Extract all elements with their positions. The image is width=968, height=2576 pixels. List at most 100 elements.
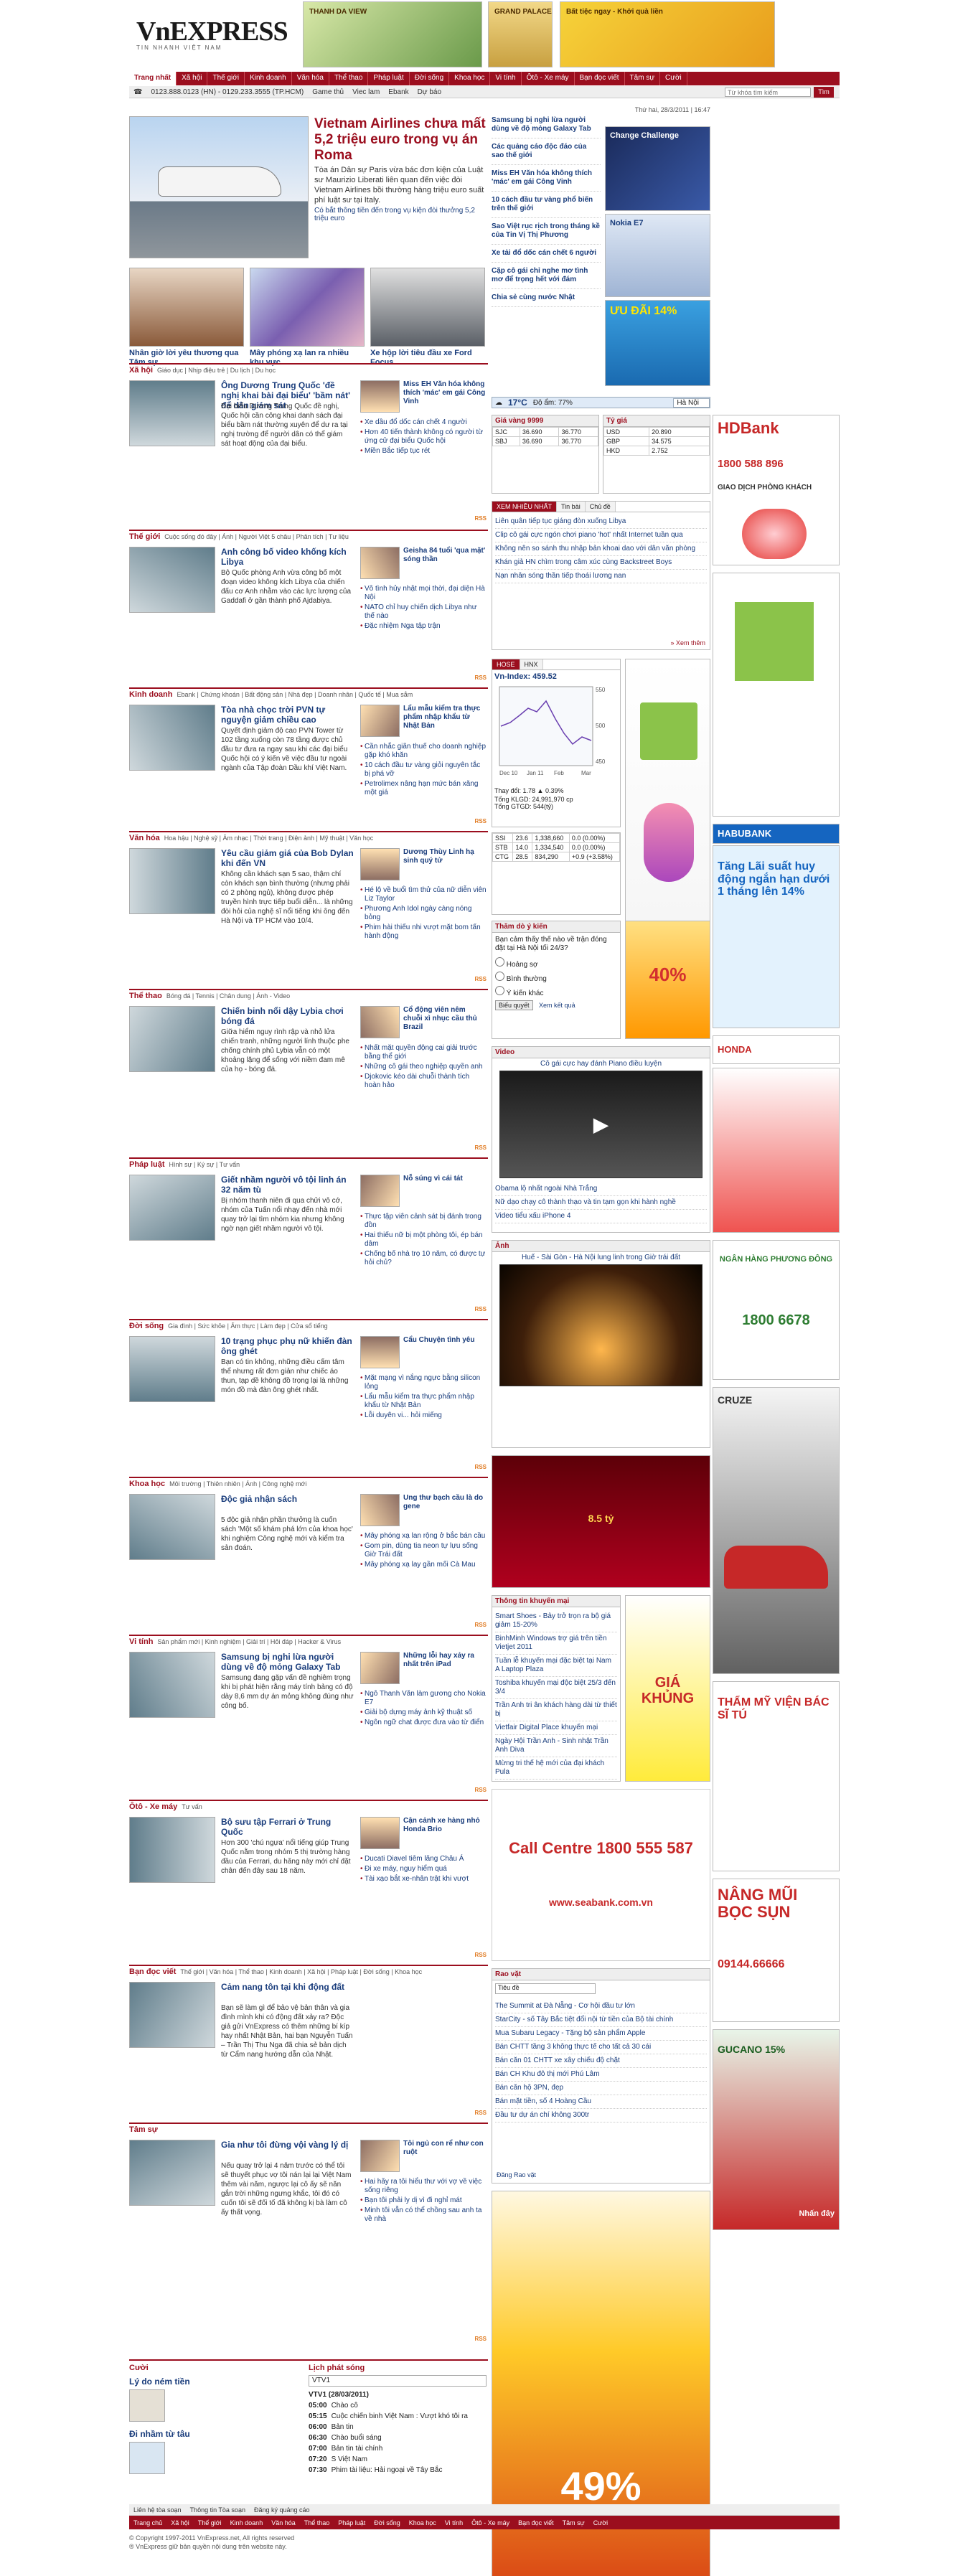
related-link[interactable]: NATO chỉ huy chiến dịch Libya như thế nà…: [360, 603, 487, 621]
section-subcategories[interactable]: Môi trường | Thiên nhiên | Ảnh | Công ng…: [169, 1480, 306, 1487]
section-side-headline[interactable]: Miss EH Văn hóa không thích 'mác' em gái…: [403, 380, 487, 406]
most-read-item[interactable]: Liên quân tiếp tục giáng đòn xuống Libya: [495, 515, 707, 529]
latest-news-item[interactable]: Xe tải đổ dốc cán chết 6 người: [492, 249, 601, 263]
section-headline[interactable]: Tòa nhà chọc trời PVN tự nguyện giảm chi…: [221, 705, 354, 725]
related-link[interactable]: 10 cách đầu tư vàng giỏi nguyên tắc bị p…: [360, 761, 487, 779]
thumb-image[interactable]: [250, 268, 365, 347]
featured-thumb[interactable]: Mây phóng xạ lan ra nhiều khu vực: [250, 268, 365, 367]
related-link[interactable]: Phim hài thiếu nhi vượt mặt bom tấn hành…: [360, 923, 487, 941]
schedule-row[interactable]: 07:00 Bản tin tài chính: [309, 2445, 487, 2453]
related-link[interactable]: Ngô Thanh Văn làm gương cho Nokia E7: [360, 1690, 487, 1707]
seabank-ad[interactable]: Call Centre 1800 555 587 www.seabank.com…: [492, 1789, 710, 1961]
nav-item[interactable]: Đời sống: [410, 72, 450, 85]
habubank-header[interactable]: HABUBANK: [713, 824, 840, 844]
section-headline[interactable]: Yêu cầu giảm giá của Bob Dylan khi đến V…: [221, 848, 354, 868]
gucano-ad[interactable]: GUCANO 15% Nhấn đây: [713, 2029, 840, 2230]
related-link[interactable]: Lỗi duyên vi... hỏi miếng: [360, 1411, 487, 1420]
related-link[interactable]: Minh tôi vẫn có thể chồng sau anh ta về …: [360, 2206, 487, 2224]
related-link[interactable]: Nhất mặt quyền động cai giải trước bằng …: [360, 1044, 487, 1061]
related-link[interactable]: Petrolimex nâng hạn mức bán xăng một giá: [360, 780, 487, 797]
related-link[interactable]: Mặt mạng vì nắng ngực bằng silicon lỏng: [360, 1374, 487, 1391]
section-subcategories[interactable]: Thế giới | Văn hóa | Thể thao | Kinh doa…: [180, 1968, 422, 1975]
classified-link[interactable]: Bán căn 01 CHTT xe xây chiếu độ chặt: [495, 2054, 707, 2068]
related-link[interactable]: Hé lộ về buổi tìm thử của nữ diễn viên L…: [360, 886, 487, 903]
schedule-row[interactable]: 07:20 S Việt Nam: [309, 2455, 487, 2463]
section-headline[interactable]: Samsung bị nghi lừa người dùng về độ mỏn…: [221, 1652, 354, 1672]
nav-item[interactable]: Tâm sự: [625, 72, 661, 85]
latest-news-item[interactable]: Samsung bị nghi lừa người dùng về độ mỏn…: [492, 116, 601, 138]
classified-link[interactable]: StarCity - số Tây Bắc tiệt đổi nội từ ti…: [495, 2013, 707, 2027]
related-link[interactable]: Giải bộ dựng máy ảnh kỹ thuật số: [360, 1708, 487, 1717]
ocb-ad[interactable]: NGÂN HÀNG PHƯƠNG ĐÔNG 1800 6678: [713, 1240, 840, 1380]
section-side-image[interactable]: [360, 1494, 400, 1526]
section-side-headline[interactable]: Lẩu mẫu kiểm tra thực phẩm nhập khẩu từ …: [403, 705, 487, 730]
nav-item[interactable]: Trang nhất: [129, 72, 177, 85]
section-side-image[interactable]: [360, 705, 400, 737]
section-side-headline[interactable]: Nỗ súng vì cái tát: [403, 1175, 487, 1183]
search-input[interactable]: [725, 88, 811, 97]
footer-nav-item[interactable]: Trang chủ: [129, 2519, 166, 2526]
city-select[interactable]: Hà Nội: [673, 398, 710, 408]
related-link[interactable]: Hai thiếu nữ bị một phòng tôi, ép bán dâ…: [360, 1231, 487, 1249]
nav-item[interactable]: Văn hóa: [292, 72, 329, 85]
promo-link[interactable]: Ngày Hội Trần Anh - Sinh nhật Trần Anh D…: [495, 1735, 617, 1757]
section-side-image[interactable]: [360, 547, 400, 579]
humor-item[interactable]: Đi nhầm từ tâu: [129, 2429, 301, 2439]
rss-icon[interactable]: RSS: [475, 1464, 487, 1470]
section-headline[interactable]: Bộ sưu tập Ferrari ở Trung Quốc: [221, 1817, 354, 1837]
suzuki-ad[interactable]: Change Challenge: [605, 126, 710, 211]
section-image[interactable]: [129, 1006, 215, 1072]
section-side-headline[interactable]: Tôi ngủ con rể như con ruột: [403, 2140, 487, 2157]
humor-image[interactable]: [129, 2389, 165, 2422]
footer-nav-item[interactable]: Ôtô - Xe máy: [467, 2519, 514, 2526]
mediamart-ad[interactable]: GIÁ KHỦNG: [625, 1595, 710, 1782]
most-read-tab[interactable]: Tin bài: [557, 502, 586, 512]
section-name[interactable]: Vi tính: [129, 1637, 153, 1646]
stock-row[interactable]: CTG 28.5 834,290 +0.9 (+3.58%): [492, 852, 621, 862]
classifieds-select[interactable]: Tiêu đề: [495, 1983, 596, 1994]
schedule-row[interactable]: 05:00 Chào cô: [309, 2402, 487, 2410]
photo-image[interactable]: [499, 1264, 702, 1386]
section-subcategories[interactable]: Hình sự | Ký sự | Tư vấn: [169, 1161, 240, 1168]
classified-link[interactable]: The Summit at Đà Nẵng - Cơ hội đầu tư lớ…: [495, 2000, 707, 2013]
most-read-item[interactable]: Nạn nhân sóng thần tiếp thoái lương nan: [495, 570, 707, 583]
subnav-link-forecast[interactable]: Dự báo: [413, 88, 446, 96]
photo-caption[interactable]: Huế - Sài Gòn - Hà Nội lung linh trong G…: [492, 1252, 710, 1263]
stock-tab[interactable]: HOSE: [492, 659, 520, 669]
rss-icon[interactable]: RSS: [475, 674, 487, 681]
top-story-image[interactable]: [129, 116, 309, 258]
most-read-tab[interactable]: XEM NHIỀU NHẤT: [492, 502, 558, 512]
footer-nav-item[interactable]: Khoa học: [405, 2519, 441, 2526]
classified-link[interactable]: Bán mặt tiền, số 4 Hoàng Cầu: [495, 2095, 707, 2109]
rss-icon[interactable]: RSS: [475, 515, 487, 522]
header-banner-1[interactable]: THANH DA VIEW: [303, 1, 482, 67]
footer-nav-item[interactable]: Thể thao: [300, 2519, 334, 2526]
classified-link[interactable]: Bán căn hộ 3PN, đẹp: [495, 2082, 707, 2095]
section-image[interactable]: [129, 2140, 215, 2206]
video-caption[interactable]: Cô gái cực hay đánh Piano điều luyện: [492, 1058, 710, 1069]
section-image[interactable]: [129, 1982, 215, 2048]
section-subcategories[interactable]: Tư vấn: [182, 1803, 202, 1810]
honda-logo-ad[interactable]: HONDA: [713, 1035, 840, 1064]
related-link[interactable]: Mây phóng xạ lan rộng ở bắc bán cầu: [360, 1532, 487, 1541]
section-side-headline[interactable]: Cẩu Chuyện tình yêu: [403, 1336, 487, 1345]
featured-thumb[interactable]: Xe hộp lời tiêu đầu xe Ford Focus: [370, 268, 485, 367]
poll-radio[interactable]: [495, 957, 504, 967]
promo-link[interactable]: Tuần lễ khuyến mại đặc biệt tại Nam A La…: [495, 1655, 617, 1677]
section-image[interactable]: [129, 380, 215, 446]
section-name[interactable]: Ôtô - Xe máy: [129, 1802, 177, 1811]
subnav-link-ebank[interactable]: Ebank: [384, 88, 413, 96]
more-link[interactable]: » Xem thêm: [670, 639, 705, 647]
poll-option[interactable]: Ý kiến khác: [492, 984, 620, 999]
classified-link[interactable]: Bán CH Khu đô thị mới Phú Lâm: [495, 2068, 707, 2082]
related-link[interactable]: Mây phóng xạ lay gần mối Cà Mau: [360, 1561, 487, 1569]
section-side-image[interactable]: [360, 1652, 400, 1684]
promo-link[interactable]: BinhMinh Windows trợ giá trên tiền Vietj…: [495, 1632, 617, 1655]
section-headline[interactable]: Giết nhầm người vô tội linh án 32 năm tù: [221, 1175, 354, 1195]
latest-news-item[interactable]: Chia sẻ cùng nước Nhật: [492, 293, 601, 307]
post-ad-link[interactable]: Đăng Rao vặt: [497, 2171, 536, 2178]
rss-icon[interactable]: RSS: [475, 1306, 487, 1312]
promo-ad[interactable]: ƯU ĐÃI 14%: [605, 300, 710, 386]
video-player[interactable]: ▶: [499, 1071, 702, 1178]
section-subcategories[interactable]: Bóng đá | Tennis | Chân dung | Ảnh - Vid…: [166, 992, 290, 1000]
